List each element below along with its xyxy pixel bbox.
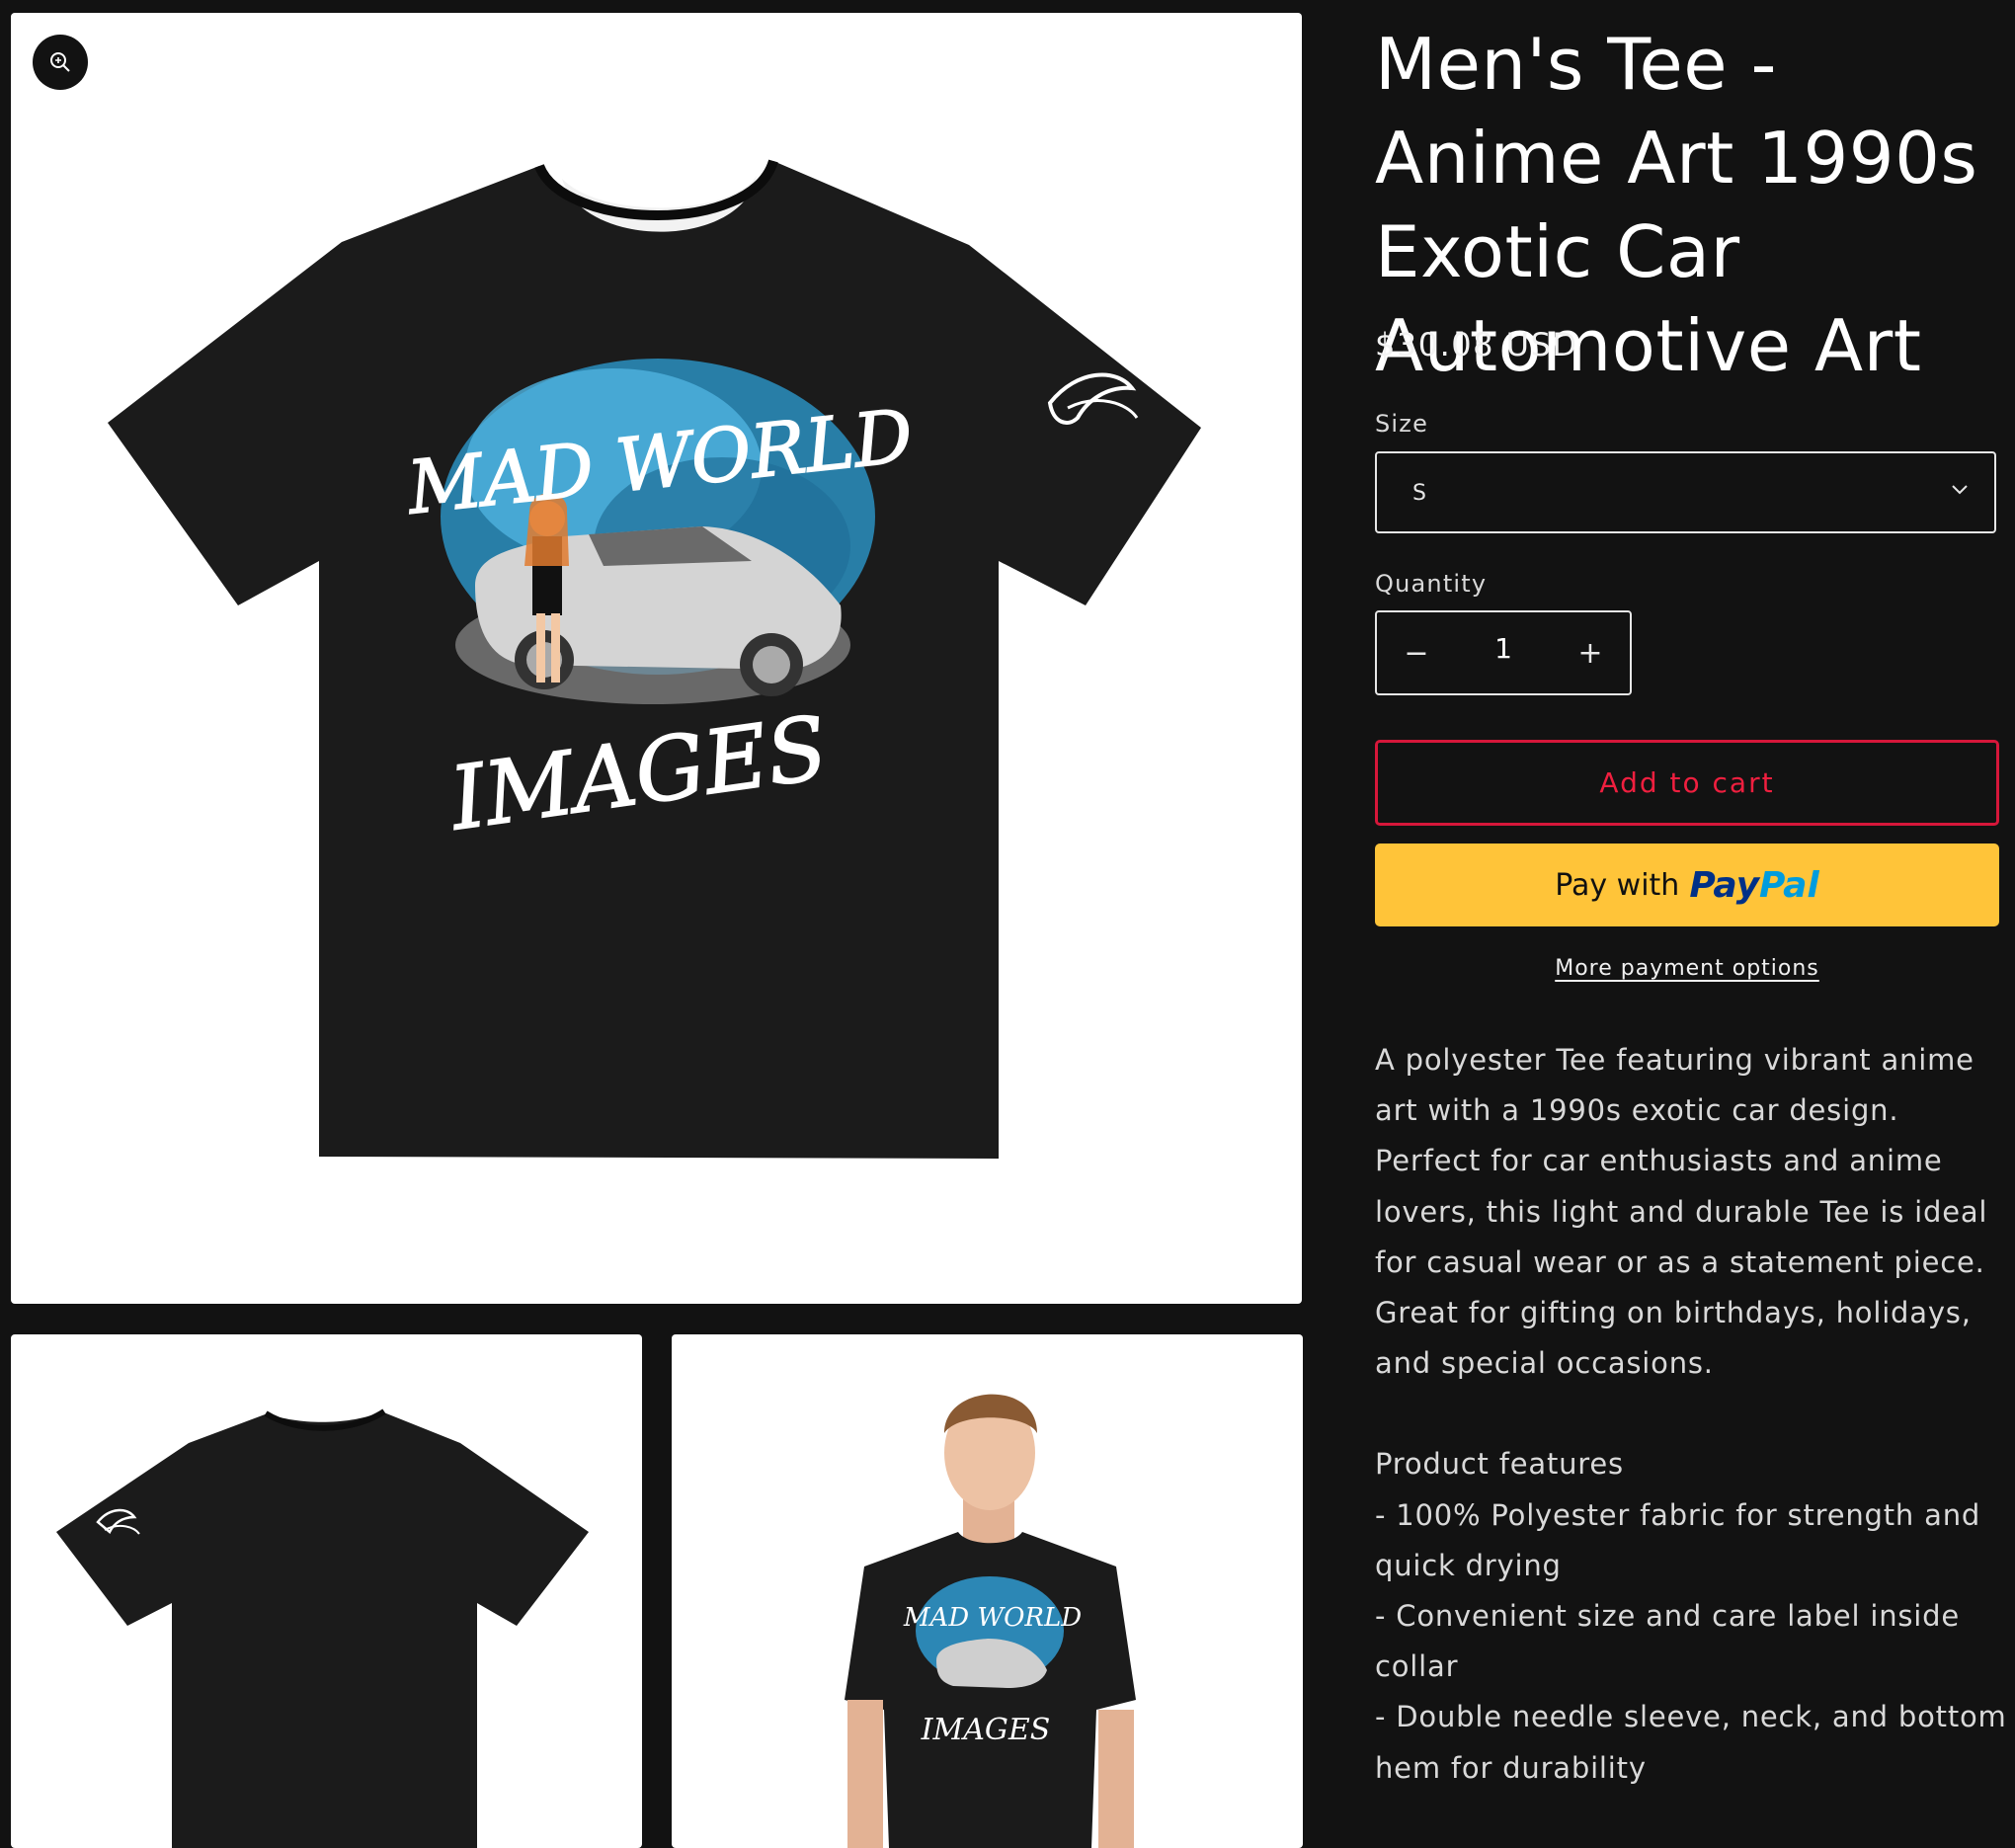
product-image-model[interactable]: MAD WORLD IMAGES	[672, 1334, 1303, 1848]
product-description: A polyester Tee featuring vibrant anime …	[1375, 1035, 2007, 1794]
paypal-button[interactable]: Pay with PayPal	[1375, 844, 1999, 926]
quantity-increase-button[interactable]: +	[1551, 612, 1630, 693]
quantity-decrease-button[interactable]: −	[1377, 612, 1456, 693]
size-select[interactable]: S	[1375, 451, 1996, 533]
tshirt-back-image	[56, 1408, 589, 1848]
feature-item: - 100% Polyester fabric for strength and…	[1375, 1497, 1981, 1582]
quantity-input[interactable]: 1	[1456, 632, 1551, 665]
zoom-in-icon	[50, 52, 70, 72]
features-heading: Product features	[1375, 1447, 1624, 1482]
product-price: $30.08 USD	[1375, 326, 1578, 363]
size-value: S	[1412, 481, 1427, 506]
paypal-logo: PayPal	[1689, 864, 1819, 906]
feature-item: - Convenient size and care label inside …	[1375, 1599, 1960, 1684]
add-to-cart-button[interactable]: Add to cart	[1375, 740, 1999, 826]
model-photo-image: MAD WORLD IMAGES	[845, 1394, 1136, 1848]
paypal-prefix: Pay with	[1555, 867, 1680, 903]
tshirt-front-image: MAD WORLD IMAGES	[108, 159, 1201, 1159]
product-image-back[interactable]	[11, 1334, 642, 1848]
feature-item: - Double needle sleeve, neck, and bottom…	[1375, 1700, 2007, 1785]
svg-text:MAD WORLD: MAD WORLD	[903, 1603, 1082, 1633]
quantity-stepper: − 1 +	[1375, 610, 1632, 695]
more-payment-options-link[interactable]: More payment options	[1375, 956, 1999, 981]
chevron-down-icon	[1952, 485, 1968, 495]
size-label: Size	[1375, 410, 1429, 438]
zoom-button[interactable]	[33, 35, 88, 90]
quantity-label: Quantity	[1375, 570, 1488, 598]
product-image-main[interactable]: MAD WORLD IMAGES	[11, 13, 1302, 1304]
description-intro: A polyester Tee featuring vibrant anime …	[1375, 1043, 1988, 1381]
svg-text:IMAGES: IMAGES	[921, 1713, 1051, 1747]
